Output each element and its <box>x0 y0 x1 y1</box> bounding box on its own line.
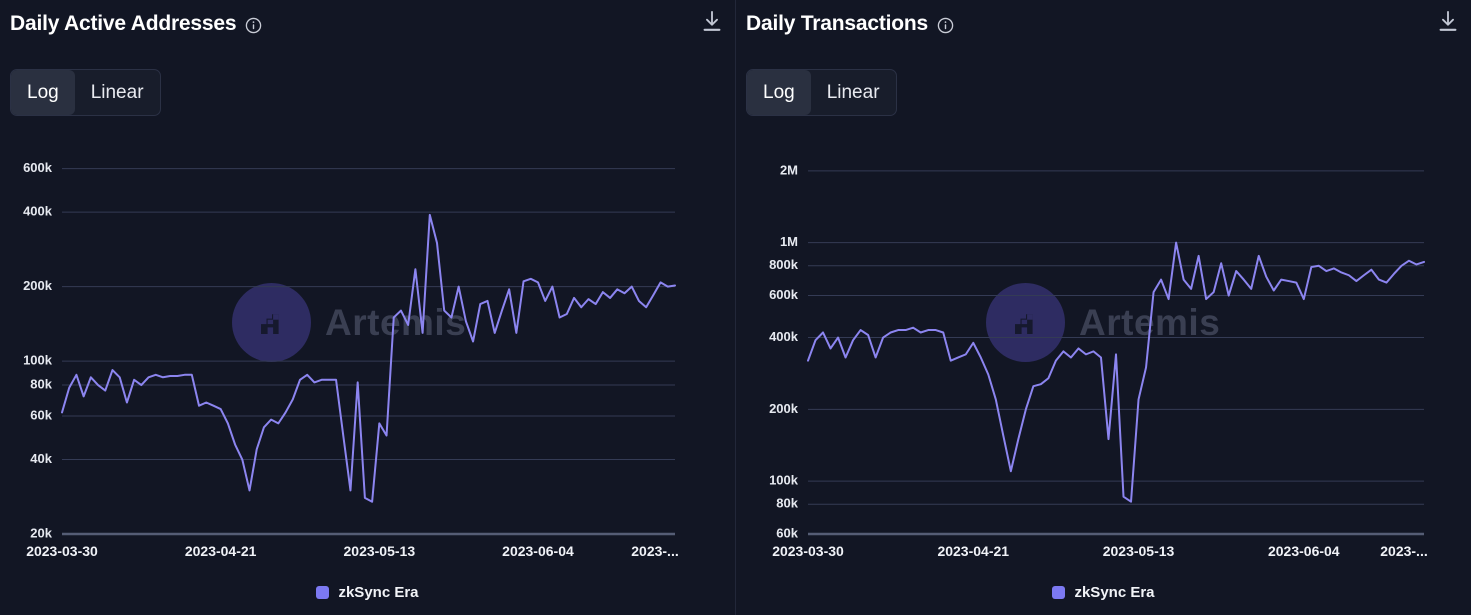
series-line-zksync-era <box>61 213 676 503</box>
legend-swatch <box>1052 586 1066 599</box>
download-icon[interactable] <box>701 10 723 34</box>
scale-toggle[interactable]: Log Linear <box>746 69 897 116</box>
y-axis-tick-label: 20k <box>30 525 52 540</box>
legend: zkSync Era <box>736 584 1471 601</box>
y-axis-tick-label: 100k <box>23 353 53 368</box>
info-circle-icon[interactable] <box>937 17 954 34</box>
title-row: Daily Active Addresses <box>10 12 725 36</box>
charts-dashboard: Daily Active Addresses Log Linear Artemi… <box>0 0 1471 615</box>
y-axis-tick-label: 60k <box>776 525 798 540</box>
y-axis-tick-label: 40k <box>30 451 52 466</box>
y-axis-tick-label: 200k <box>23 278 53 293</box>
x-axis-tick-label: 2023-05-13 <box>1103 543 1175 559</box>
scale-toggle-linear[interactable]: Linear <box>75 70 160 115</box>
x-axis-tick-label: 2023-06-04 <box>1268 543 1340 559</box>
x-axis-tick-label: 2023-04-21 <box>937 543 1009 559</box>
y-axis-tick-label: 600k <box>23 160 53 175</box>
x-axis-tick-label: 2023-05-13 <box>344 543 416 559</box>
y-axis-tick-label: 1M <box>780 234 798 249</box>
panel-daily-active-addresses: Daily Active Addresses Log Linear Artemi… <box>0 0 735 615</box>
legend-swatch <box>316 586 330 599</box>
y-axis-tick-label: 600k <box>769 287 799 302</box>
x-axis-tick-label: 2023-03-30 <box>26 543 98 559</box>
scale-toggle-log[interactable]: Log <box>11 70 75 115</box>
plot-area-daily-active-addresses: 20k 40k 60k 80k 100k 200k 400k 600k 2023-03-30 20… <box>0 130 735 559</box>
y-axis-tick-label: 100k <box>769 473 799 488</box>
y-axis-tick-label: 60k <box>30 407 52 422</box>
title-row: Daily Transactions <box>746 12 1461 36</box>
x-axis-tick-label: 2023-... <box>631 543 678 559</box>
legend: zkSync Era <box>0 584 735 601</box>
series-line-zksync-era <box>807 241 1425 503</box>
panel-daily-transactions: Daily Transactions Log Linear Artemis 60… <box>735 0 1471 615</box>
y-axis-tick-label: 2M <box>780 162 798 177</box>
scale-toggle-log[interactable]: Log <box>747 70 811 115</box>
y-axis-tick-label: 80k <box>30 376 52 391</box>
legend-label: zkSync Era <box>338 584 419 601</box>
plot-area-daily-transactions: 60k 80k 100k 200k 400k 600k 800k 1M 2M 2023-03-30… <box>736 130 1471 559</box>
x-axis-tick-label: 2023-... <box>1380 543 1427 559</box>
download-icon[interactable] <box>1437 10 1459 34</box>
y-axis-tick-label: 200k <box>769 401 799 416</box>
x-axis-tick-label: 2023-04-21 <box>185 543 257 559</box>
legend-label: zkSync Era <box>1074 584 1155 601</box>
panel-header: Daily Active Addresses <box>10 12 725 48</box>
scale-toggle[interactable]: Log Linear <box>10 69 161 116</box>
y-axis-tick-label: 400k <box>23 204 53 219</box>
page-title: Daily Active Addresses <box>10 12 237 35</box>
panel-header: Daily Transactions <box>746 12 1461 48</box>
y-axis-tick-label: 800k <box>769 257 799 272</box>
x-axis-tick-label: 2023-06-04 <box>502 543 574 559</box>
page-title: Daily Transactions <box>746 12 928 35</box>
x-axis-tick-label: 2023-03-30 <box>772 543 844 559</box>
y-axis-tick-label: 80k <box>776 496 798 511</box>
scale-toggle-linear[interactable]: Linear <box>811 70 896 115</box>
y-axis-tick-label: 400k <box>769 329 799 344</box>
info-circle-icon[interactable] <box>245 17 262 34</box>
